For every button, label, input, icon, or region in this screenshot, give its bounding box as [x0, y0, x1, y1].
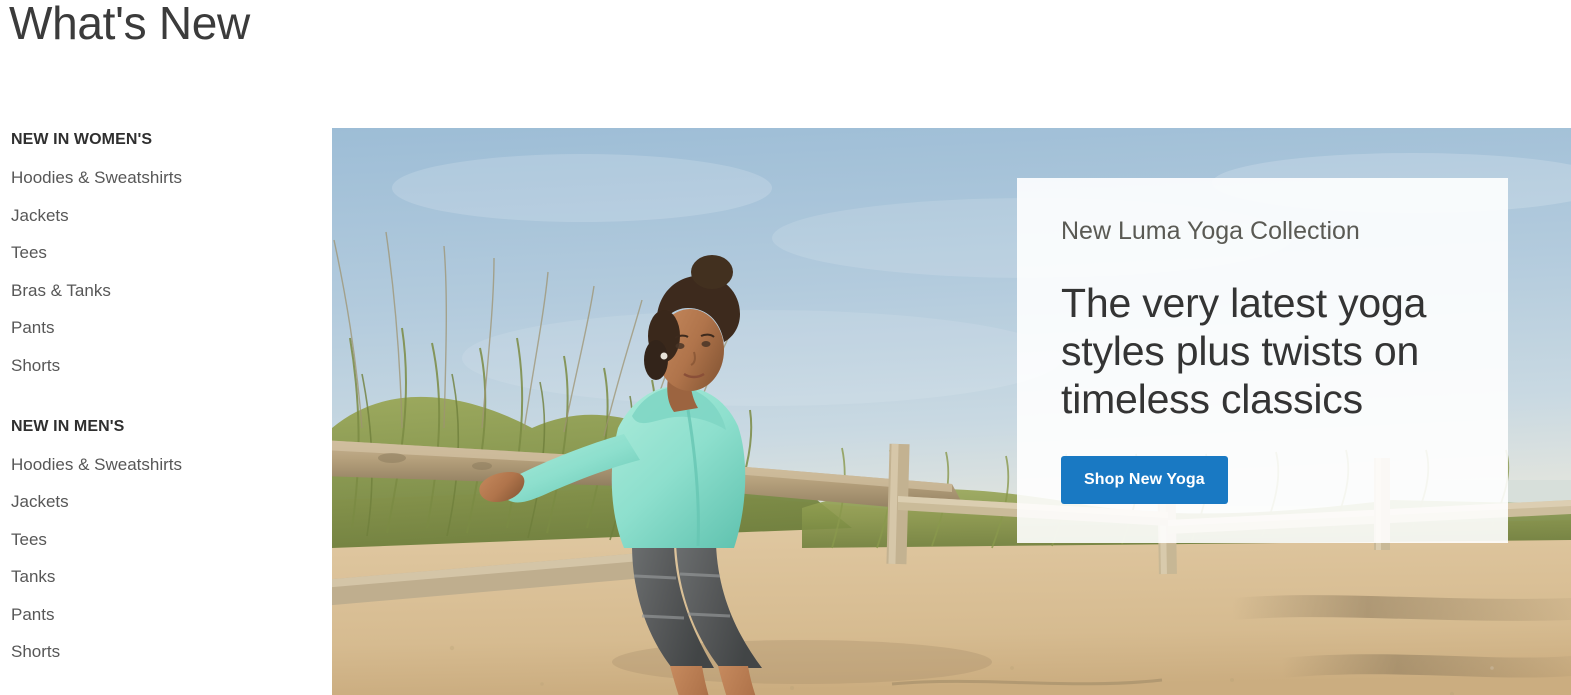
sidebar-item-womens-jackets[interactable]: Jackets: [0, 204, 300, 228]
shop-new-yoga-button[interactable]: Shop New Yoga: [1061, 456, 1228, 504]
nav-group-womens: NEW IN WOMEN'S Hoodies & Sweatshirts Jac…: [0, 128, 300, 378]
hero-banner[interactable]: New Luma Yoga Collection The very latest…: [332, 128, 1571, 695]
sidebar-item-womens-hoodies-sweatshirts[interactable]: Hoodies & Sweatshirts: [0, 166, 300, 190]
promo-headline: The very latest yoga styles plus twists …: [1061, 280, 1427, 422]
page-title: What's New: [9, 0, 250, 49]
sidebar-item-womens-bras-tanks[interactable]: Bras & Tanks: [0, 279, 300, 303]
whats-new-page: What's New NEW IN WOMEN'S Hoodies & Swea…: [0, 0, 1571, 695]
sidebar-item-womens-shorts[interactable]: Shorts: [0, 354, 300, 378]
promo-eyebrow: New Luma Yoga Collection: [1061, 217, 1360, 245]
nav-group-mens: NEW IN MEN'S Hoodies & Sweatshirts Jacke…: [0, 415, 300, 665]
sidebar-item-mens-hoodies-sweatshirts[interactable]: Hoodies & Sweatshirts: [0, 453, 300, 477]
sidebar-item-mens-tees[interactable]: Tees: [0, 528, 300, 552]
sidebar-item-womens-tees[interactable]: Tees: [0, 241, 300, 265]
sidebar-item-womens-pants[interactable]: Pants: [0, 316, 300, 340]
category-sidebar: NEW IN WOMEN'S Hoodies & Sweatshirts Jac…: [0, 128, 300, 678]
sidebar-item-mens-shorts[interactable]: Shorts: [0, 640, 300, 664]
promo-card: New Luma Yoga Collection The very latest…: [1017, 178, 1508, 543]
nav-heading-mens: NEW IN MEN'S: [11, 417, 125, 435]
sidebar-item-mens-jackets[interactable]: Jackets: [0, 490, 300, 514]
sidebar-item-mens-pants[interactable]: Pants: [0, 603, 300, 627]
sidebar-item-mens-tanks[interactable]: Tanks: [0, 565, 300, 589]
nav-heading-womens: NEW IN WOMEN'S: [11, 131, 153, 148]
